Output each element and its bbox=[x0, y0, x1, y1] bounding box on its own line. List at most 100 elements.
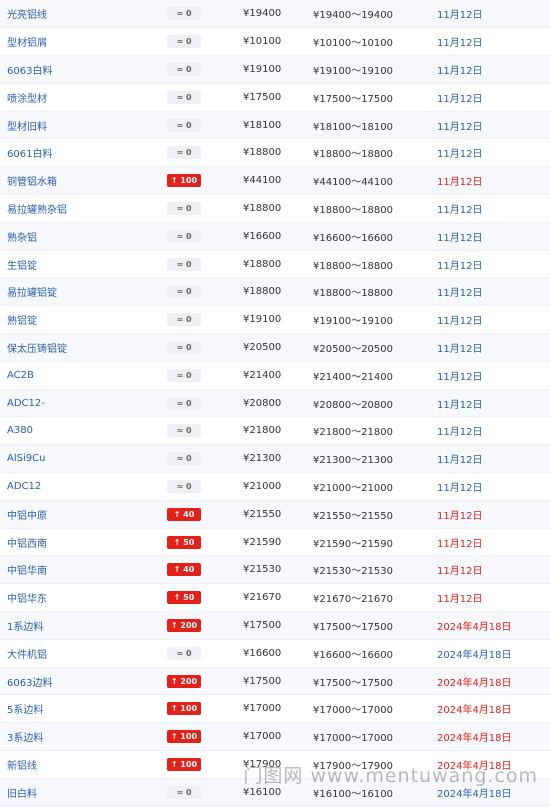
material-name-link[interactable]: 易拉罐铝锭 bbox=[0, 277, 167, 307]
material-name-link[interactable]: 中铝华南 bbox=[0, 555, 167, 585]
material-name-link[interactable]: 大件机铝 bbox=[0, 639, 167, 668]
table-row[interactable]: 5系边料 ↑ 100 ¥17000 ¥17000～17000 2024年4月18日 bbox=[0, 694, 550, 724]
table-row[interactable]: ADC12 ≈ 0 ¥21000 ¥21000～21000 11月12日 bbox=[0, 472, 550, 501]
material-name-link[interactable]: 光亮铝线 bbox=[0, 0, 167, 29]
material-name-link[interactable]: AC2B bbox=[0, 361, 167, 390]
table-row[interactable]: 光亮铝线 ≈ 0 ¥19400 ¥19400～19400 11月12日 bbox=[0, 0, 550, 29]
material-name-link[interactable]: 5系边料 bbox=[0, 694, 167, 724]
material-name[interactable]: 旧白料 bbox=[7, 789, 37, 800]
material-name-link[interactable]: A380 bbox=[0, 416, 167, 446]
material-name-link[interactable]: 喷涂型材 bbox=[0, 83, 167, 112]
table-row[interactable]: 6063边料 ↑ 200 ¥17500 ¥17500～17500 2024年4月18日 bbox=[0, 667, 550, 696]
material-name-link[interactable]: ADC12- bbox=[0, 389, 167, 418]
material-name[interactable]: 型材旧料 bbox=[7, 122, 47, 133]
material-name-link[interactable]: 3系边料 bbox=[0, 722, 167, 752]
range-high: 18800 bbox=[361, 288, 393, 300]
table-row[interactable]: 熟铝锭 ≈ 0 ¥19100 ¥19100～19100 11月12日 bbox=[0, 305, 550, 335]
table-row[interactable]: 3系边料 ↑ 100 ¥17000 ¥17000～17000 2024年4月18日 bbox=[0, 722, 550, 752]
material-name[interactable]: 熟杂铝 bbox=[7, 233, 37, 244]
material-name[interactable]: ADC12 bbox=[7, 481, 41, 492]
material-name[interactable]: ADC12- bbox=[7, 398, 45, 409]
material-name[interactable]: 中铝华南 bbox=[7, 566, 47, 577]
table-row[interactable]: 铜管铝水箱 ↑ 100 ¥44100 ¥44100～44100 11月12日 bbox=[0, 166, 550, 196]
material-name[interactable]: 保太压铸铝锭 bbox=[7, 344, 67, 355]
range-separator: ～ bbox=[351, 594, 362, 606]
material-name-link[interactable]: 1系边料 bbox=[0, 611, 167, 640]
date-cell: 11月12日 bbox=[437, 528, 550, 557]
material-name-link[interactable]: 易拉罐熟杂铝 bbox=[0, 194, 167, 223]
material-name-link[interactable]: 型材旧料 bbox=[0, 111, 167, 140]
table-row[interactable]: 中铝西南 ↑ 50 ¥21590 ¥21590～21590 11月12日 bbox=[0, 528, 550, 557]
material-name[interactable]: 6063白料 bbox=[7, 66, 52, 77]
table-row[interactable]: 中铝中原 ↑ 40 ¥21550 ¥21550～21550 11月12日 bbox=[0, 500, 550, 529]
table-row[interactable]: 易拉罐熟杂铝 ≈ 0 ¥18800 ¥18800～18800 11月12日 bbox=[0, 194, 550, 223]
material-name[interactable]: AC2B bbox=[7, 370, 34, 381]
table-row[interactable]: 大件机铝 ≈ 0 ¥16600 ¥16600～16600 2024年4月18日 bbox=[0, 639, 550, 668]
table-row[interactable]: 喷涂型材 ≈ 0 ¥17500 ¥17500～17500 11月12日 bbox=[0, 83, 550, 112]
table-row[interactable]: AlSi9Cu ≈ 0 ¥21300 ¥21300～21300 11月12日 bbox=[0, 444, 550, 474]
material-name[interactable]: 喷涂型材 bbox=[7, 94, 47, 105]
table-row[interactable]: 中铝华东 ↑ 50 ¥21670 ¥21670～21670 11月12日 bbox=[0, 583, 550, 613]
material-name-link[interactable]: 熟杂铝 bbox=[0, 222, 167, 251]
range-cell: ¥16600～16600 bbox=[313, 222, 437, 251]
table-row[interactable]: 保太压铸铝锭 ≈ 0 ¥20500 ¥20500～20500 11月12日 bbox=[0, 333, 550, 362]
material-name[interactable]: 3系边料 bbox=[7, 733, 43, 744]
material-name[interactable]: 生铝锭 bbox=[7, 261, 37, 272]
material-name-link[interactable]: 中铝西南 bbox=[0, 528, 167, 557]
table-row[interactable]: A380 ≈ 0 ¥21800 ¥21800～21800 11月12日 bbox=[0, 416, 550, 446]
material-name[interactable]: 易拉罐熟杂铝 bbox=[7, 205, 67, 216]
table-row[interactable]: 中铝华南 ↑ 40 ¥21530 ¥21530～21530 11月12日 bbox=[0, 555, 550, 585]
update-date: 11月12日 bbox=[437, 538, 483, 550]
material-name[interactable]: 大件机铝 bbox=[7, 650, 47, 661]
table-row[interactable]: 熟杂铝 ≈ 0 ¥16600 ¥16600～16600 11月12日 bbox=[0, 222, 550, 251]
material-name-link[interactable]: 型材铝屑 bbox=[0, 27, 167, 57]
table-row[interactable]: ADC12- ≈ 0 ¥20800 ¥20800～20800 11月12日 bbox=[0, 389, 550, 418]
range-low: 17000 bbox=[319, 705, 352, 717]
table-row[interactable]: 生铝锭 ≈ 0 ¥18800 ¥18800～18800 11月12日 bbox=[0, 250, 550, 279]
table-row[interactable]: 型材旧料 ≈ 0 ¥18100 ¥18100～18100 11月12日 bbox=[0, 111, 550, 140]
range-high: 17500 bbox=[361, 93, 393, 105]
material-name-link[interactable]: 6061白料 bbox=[0, 138, 167, 168]
range-high: 20800 bbox=[361, 399, 393, 411]
table-row[interactable]: 6061白料 ≈ 0 ¥18800 ¥18800～18800 11月12日 bbox=[0, 138, 550, 168]
table-row[interactable]: 6063白料 ≈ 0 ¥19100 ¥19100～19100 11月12日 bbox=[0, 55, 550, 84]
material-name[interactable]: A380 bbox=[7, 425, 33, 436]
material-name-link[interactable]: ADC12 bbox=[0, 472, 167, 501]
material-name-link[interactable]: 6063边料 bbox=[0, 667, 167, 696]
change-value: 40 bbox=[183, 565, 195, 575]
material-name-link[interactable]: 旧白料 bbox=[0, 778, 167, 807]
table-row[interactable]: 型材铝屑 ≈ 0 ¥10100 ¥10100～10100 11月12日 bbox=[0, 27, 550, 57]
material-name-link[interactable]: 6063白料 bbox=[0, 55, 167, 84]
price-value: 21590 bbox=[249, 536, 282, 548]
material-name[interactable]: 6063边料 bbox=[7, 678, 52, 689]
material-name[interactable]: 新铝线 bbox=[7, 761, 37, 772]
material-name[interactable]: 中铝华东 bbox=[7, 594, 47, 605]
table-row[interactable]: 1系边料 ↑ 200 ¥17500 ¥17500～17500 2024年4月18日 bbox=[0, 611, 550, 640]
material-name[interactable]: 中铝中原 bbox=[7, 511, 47, 522]
flat-icon: ≈ bbox=[176, 231, 186, 241]
table-row[interactable]: 易拉罐铝锭 ≈ 0 ¥18800 ¥18800～18800 11月12日 bbox=[0, 277, 550, 307]
material-name-link[interactable]: 铜管铝水箱 bbox=[0, 166, 167, 196]
material-name-link[interactable]: 中铝华东 bbox=[0, 583, 167, 613]
table-row[interactable]: AC2B ≈ 0 ¥21400 ¥21400～21400 11月12日 bbox=[0, 361, 550, 390]
material-name[interactable]: 易拉罐铝锭 bbox=[7, 288, 57, 299]
change-cell: ↑ 200 bbox=[167, 611, 243, 640]
material-name[interactable]: 5系边料 bbox=[7, 705, 43, 716]
material-name[interactable]: 中铝西南 bbox=[7, 539, 47, 550]
material-name[interactable]: 铜管铝水箱 bbox=[7, 177, 57, 188]
material-name-link[interactable]: 新铝线 bbox=[0, 750, 167, 779]
material-name[interactable]: 型材铝屑 bbox=[7, 38, 47, 49]
date-cell: 11月12日 bbox=[437, 333, 550, 362]
material-name[interactable]: 熟铝锭 bbox=[7, 316, 37, 327]
material-name-link[interactable]: 中铝中原 bbox=[0, 500, 167, 529]
material-name-link[interactable]: AlSi9Cu bbox=[0, 444, 167, 474]
material-name[interactable]: 1系边料 bbox=[7, 622, 43, 633]
material-name[interactable]: 6061白料 bbox=[7, 149, 52, 160]
material-name-link[interactable]: 生铝锭 bbox=[0, 250, 167, 279]
range-cell: ¥21590～21590 bbox=[313, 528, 437, 557]
material-name[interactable]: AlSi9Cu bbox=[7, 453, 45, 464]
change-cell: ≈ 0 bbox=[167, 361, 243, 390]
material-name[interactable]: 光亮铝线 bbox=[7, 10, 47, 21]
material-name-link[interactable]: 保太压铸铝锭 bbox=[0, 333, 167, 362]
material-name-link[interactable]: 熟铝锭 bbox=[0, 305, 167, 335]
